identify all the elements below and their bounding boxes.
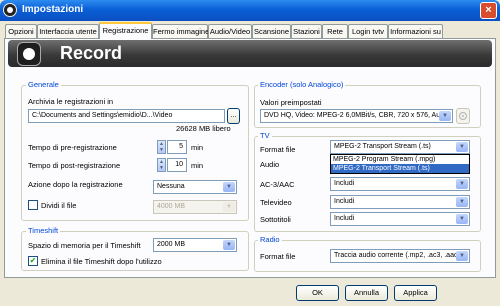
delete-timeshift-label: Elimina il file Timeshift dopo l'utilizz… xyxy=(41,257,162,266)
chevron-down-icon[interactable]: ▼ xyxy=(223,182,235,192)
pre-recording-input[interactable]: 5 xyxy=(167,140,187,154)
post-recording-input[interactable]: 10 xyxy=(167,158,187,172)
timeshift-memory-select[interactable]: 2000 MB ▼ xyxy=(153,238,237,252)
after-recording-value: Nessuna xyxy=(157,183,185,190)
post-recording-spin[interactable]: ▲ ▼ xyxy=(157,158,166,172)
apply-button[interactable]: Applica xyxy=(394,285,437,301)
tab-rete[interactable]: Rete xyxy=(322,24,348,38)
teletext-label: Televideo xyxy=(260,198,292,207)
ac3-label: AC-3/AAC xyxy=(260,180,295,189)
ac3-value: Includi xyxy=(334,180,355,187)
ac3-select[interactable]: Includi ▼ xyxy=(330,177,470,191)
chevron-down-icon[interactable]: ▼ xyxy=(223,240,235,250)
free-space-label: 26628 MB libero xyxy=(176,124,231,133)
tab-scansione[interactable]: Scansione xyxy=(252,24,291,38)
radio-format-label: Format file xyxy=(260,252,296,261)
subtitles-label: Sottotitoli xyxy=(260,215,291,224)
pre-recording-unit: min xyxy=(191,143,204,152)
radio-title: Radio xyxy=(258,235,282,244)
chevron-down-icon[interactable]: ▼ xyxy=(456,197,468,207)
chevron-down-icon[interactable]: ▼ xyxy=(439,111,451,121)
tab-interfaccia-utente[interactable]: Interfaccia utente xyxy=(37,24,99,38)
split-size-value: 4000 MB xyxy=(157,203,186,210)
app-icon xyxy=(3,3,17,17)
subtitles-select[interactable]: Includi ▼ xyxy=(330,212,470,226)
delete-timeshift-checkbox[interactable]: ✔ xyxy=(28,256,38,266)
tab-fermo-immagine[interactable]: Fermo immagine xyxy=(152,24,209,38)
pre-recording-spin[interactable]: ▲ ▼ xyxy=(157,140,166,154)
tab-stazioni[interactable]: Stazioni xyxy=(291,24,322,38)
teletext-select[interactable]: Includi ▼ xyxy=(330,195,470,209)
teletext-value: Includi xyxy=(334,198,355,205)
tab-login-tvtv[interactable]: Login tvtv xyxy=(348,24,388,38)
tab-informazioni-su[interactable]: Informazioni su xyxy=(388,24,443,38)
tv-format-value: MPEG-2 Transport Stream (.ts) xyxy=(334,143,431,150)
tv-format-select[interactable]: MPEG-2 Transport Stream (.ts) ▼ xyxy=(330,140,470,154)
post-recording-label: Tempo di post-registrazione xyxy=(28,161,121,170)
chevron-down-icon[interactable]: ▼ xyxy=(456,142,468,152)
ok-button[interactable]: OK xyxy=(296,285,339,301)
chevron-down-icon[interactable]: ▼ xyxy=(456,214,468,224)
presets-value: DVD HQ, Video: MPEG-2 6,0MBit/s, CBR, 72… xyxy=(264,112,445,119)
split-file-label: Dividi il file xyxy=(41,201,77,210)
archive-path-field[interactable]: C:\Documents and Settings\emidio\D...\Vi… xyxy=(28,109,225,123)
settings-icon xyxy=(458,111,468,121)
timeshift-title: Timeshift xyxy=(26,226,61,235)
cancel-button[interactable]: Annulla xyxy=(345,285,388,301)
radio-format-select[interactable]: Traccia audio corrente (.mp2, .ac3, .aac… xyxy=(330,249,470,263)
title-bar[interactable]: Impostazioni × xyxy=(0,0,500,21)
close-button[interactable]: × xyxy=(480,2,497,19)
chevron-down-icon[interactable]: ▼ xyxy=(456,251,468,261)
window-title: Impostazioni xyxy=(22,4,84,15)
presets-select[interactable]: DVD HQ, Video: MPEG-2 6,0MBit/s, CBR, 72… xyxy=(260,109,453,123)
encoder-title: Encoder (solo Analogico) xyxy=(258,80,346,89)
after-recording-select[interactable]: Nessuna ▼ xyxy=(153,180,237,194)
tv-format-dropdown[interactable]: MPEG-2 Program Stream (.mpg) MPEG-2 Tran… xyxy=(330,154,470,174)
split-file-checkbox[interactable] xyxy=(28,200,38,210)
chevron-down-icon[interactable]: ▼ xyxy=(456,179,468,189)
after-recording-label: Azione dopo la registrazione xyxy=(28,180,123,189)
spin-down-icon[interactable]: ▼ xyxy=(158,165,165,171)
tab-registrazione[interactable]: Registrazione xyxy=(99,22,152,39)
browse-button[interactable]: ... xyxy=(227,108,240,124)
tv-title: TV xyxy=(258,131,272,140)
chevron-down-icon[interactable]: ▼ xyxy=(223,202,235,212)
spin-down-icon[interactable]: ▼ xyxy=(158,147,165,153)
tv-audio-label: Audio xyxy=(260,160,280,169)
radio-format-value: Traccia audio corrente (.mp2, .ac3, .aac… xyxy=(334,252,460,259)
tv-format-label: Format file xyxy=(260,145,296,154)
split-size-select[interactable]: 4000 MB ▼ xyxy=(153,200,237,214)
dropdown-option-mpg[interactable]: MPEG-2 Program Stream (.mpg) xyxy=(331,155,469,164)
generale-title: Generale xyxy=(26,80,61,89)
archive-label: Archivia le registrazioni in xyxy=(28,97,114,106)
record-icon xyxy=(17,42,41,66)
presets-label: Valori preimpostati xyxy=(260,98,322,107)
timeshift-memory-value: 2000 MB xyxy=(157,241,186,248)
timeshift-memory-label: Spazio di memoria per il Timeshift xyxy=(28,241,141,250)
banner-title: Record xyxy=(60,43,123,63)
pre-recording-label: Tempo di pre-registrazione xyxy=(28,143,117,152)
dropdown-option-ts[interactable]: MPEG-2 Transport Stream (.ts) xyxy=(331,164,469,173)
post-recording-unit: min xyxy=(191,161,204,170)
subtitles-value: Includi xyxy=(334,215,355,222)
tab-opzioni[interactable]: Opzioni xyxy=(5,24,37,38)
preset-settings-button[interactable] xyxy=(456,108,470,124)
tab-audio-video[interactable]: Audio/Video xyxy=(208,24,252,38)
